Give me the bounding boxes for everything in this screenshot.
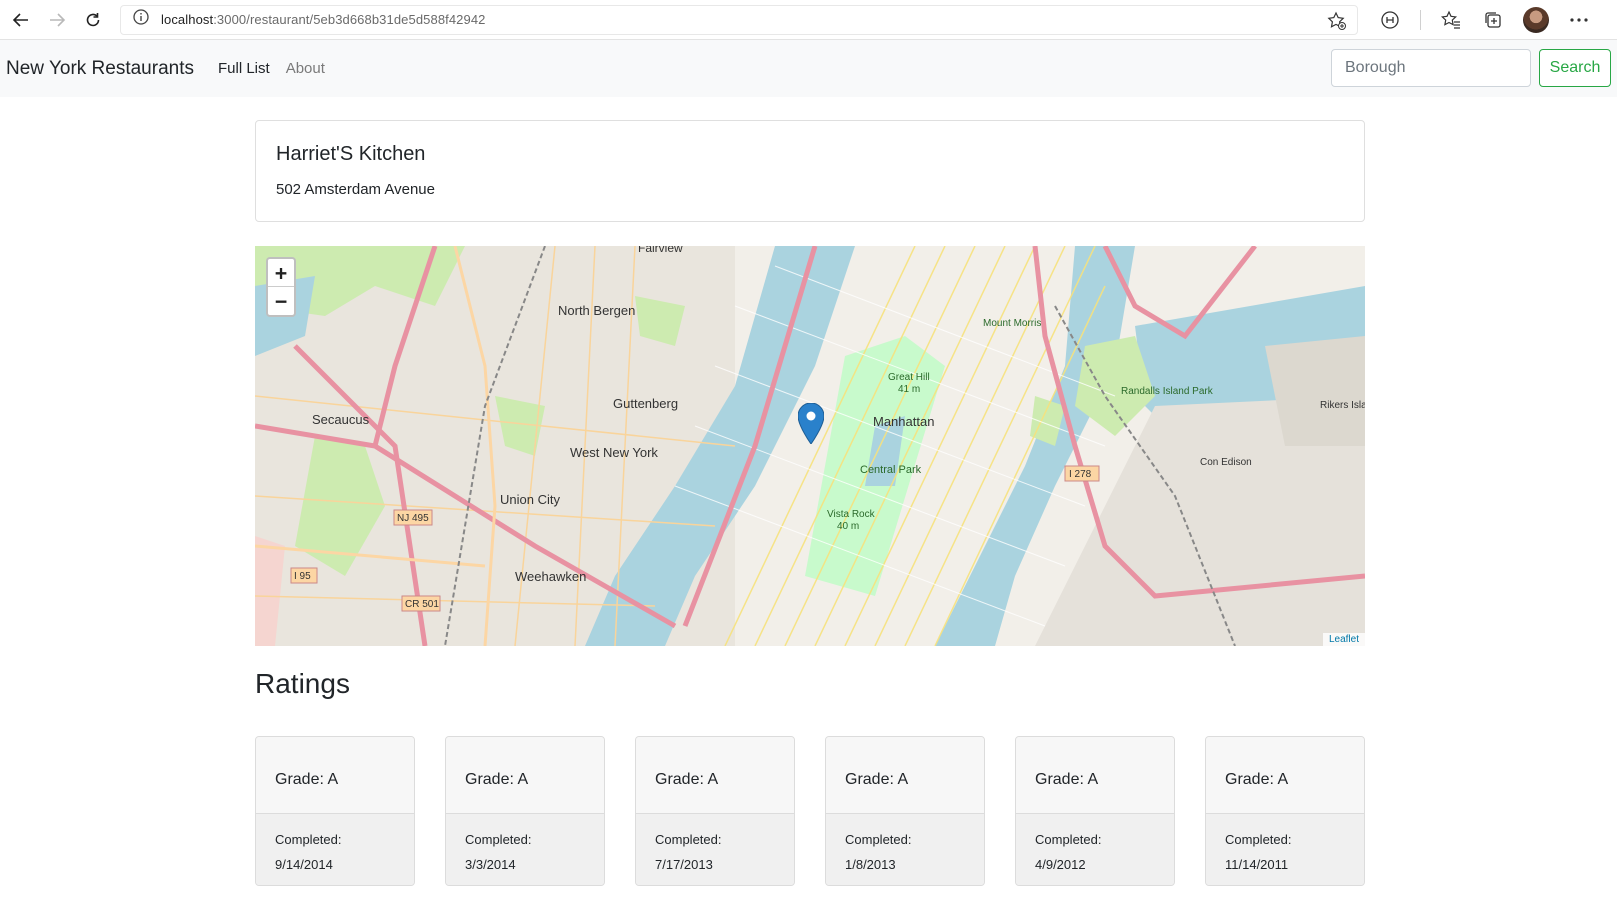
label-great-hill-elev: 41 m — [898, 384, 920, 395]
rating-card: Grade: A Completed: 9/14/2014 — [255, 736, 415, 886]
completed-date: 11/14/2011 — [1225, 857, 1289, 872]
completed-label: Completed: — [655, 832, 722, 847]
label-i95: I 95 — [294, 571, 311, 582]
rating-footer: Completed: 1/8/2013 — [826, 814, 984, 885]
completed-date: 1/8/2013 — [845, 857, 896, 872]
browser-toolbar: localhost:3000/restaurant/5eb3d668b31de5… — [0, 0, 1617, 40]
brand-link[interactable]: New York Restaurants — [6, 58, 194, 80]
collections-icon[interactable] — [1481, 8, 1505, 32]
completed-date: 9/14/2014 — [275, 857, 333, 872]
rating-grade: Grade: A — [1016, 737, 1174, 814]
label-cr501: CR 501 — [405, 599, 439, 610]
completed-date: 7/17/2013 — [655, 857, 713, 872]
restaurant-map[interactable]: Fairview North Bergen Guttenberg Secaucu… — [255, 246, 1365, 646]
url-text: localhost:3000/restaurant/5eb3d668b31de5… — [161, 12, 486, 27]
address-bar[interactable]: localhost:3000/restaurant/5eb3d668b31de5… — [120, 4, 1358, 35]
rating-card: Grade: A Completed: 11/14/2011 — [1205, 736, 1365, 886]
rating-grade: Grade: A — [256, 737, 414, 814]
site-info-icon[interactable] — [133, 9, 149, 30]
label-vista-rock-elev: 40 m — [837, 521, 859, 532]
add-favorite-icon[interactable] — [1327, 11, 1347, 31]
refresh-icon[interactable] — [78, 5, 108, 35]
rating-footer: Completed: 7/17/2013 — [636, 814, 794, 885]
label-rikers: Rikers Isla — [1320, 400, 1365, 411]
toolbar-divider — [1420, 9, 1421, 30]
label-manhattan: Manhattan — [873, 414, 934, 429]
borough-search-input[interactable]: Borough — [1331, 49, 1531, 87]
completed-date: 3/3/2014 — [465, 857, 516, 872]
label-north-bergen: North Bergen — [558, 303, 635, 318]
rating-footer: Completed: 4/9/2012 — [1016, 814, 1174, 885]
profile-avatar[interactable] — [1523, 6, 1549, 33]
more-options-icon[interactable] — [1567, 8, 1591, 32]
completed-label: Completed: — [845, 832, 912, 847]
nav-full-list[interactable]: Full List — [218, 60, 270, 77]
rating-card: Grade: A Completed: 7/17/2013 — [635, 736, 795, 886]
label-vista-rock: Vista Rock — [827, 509, 876, 520]
rating-footer: Completed: 3/3/2014 — [446, 814, 604, 885]
label-mount-morris: Mount Morris — [983, 318, 1041, 329]
zoom-out-button[interactable]: − — [268, 287, 294, 315]
completed-label: Completed: — [465, 832, 532, 847]
rating-footer: Completed: 9/14/2014 — [256, 814, 414, 885]
label-central-park: Central Park — [860, 464, 922, 476]
rating-card: Grade: A Completed: 4/9/2012 — [1015, 736, 1175, 886]
restaurant-name: Harriet'S Kitchen — [276, 143, 426, 165]
label-fairview: Fairview — [638, 246, 683, 255]
restaurant-card: Harriet'S Kitchen 502 Amsterdam Avenue — [255, 120, 1365, 222]
label-randalls-island: Randalls Island Park — [1121, 386, 1214, 397]
label-secaucus: Secaucus — [312, 412, 370, 427]
rating-card: Grade: A Completed: 1/8/2013 — [825, 736, 985, 886]
back-arrow-icon[interactable] — [6, 5, 36, 35]
label-weehawken: Weehawken — [515, 569, 586, 584]
restaurant-address: 502 Amsterdam Avenue — [276, 181, 435, 198]
completed-label: Completed: — [275, 832, 342, 847]
rating-card: Grade: A Completed: 3/3/2014 — [445, 736, 605, 886]
favorites-icon[interactable] — [1439, 8, 1463, 32]
rating-grade: Grade: A — [446, 737, 604, 814]
map-tiles: Fairview North Bergen Guttenberg Secaucu… — [255, 246, 1365, 646]
rating-grade: Grade: A — [826, 737, 984, 814]
nav-about[interactable]: About — [286, 60, 325, 77]
site-navbar: New York Restaurants Full List About Bor… — [0, 40, 1617, 97]
completed-date: 4/9/2012 — [1035, 857, 1086, 872]
rating-grade: Grade: A — [1206, 737, 1364, 814]
location-marker-icon[interactable] — [798, 403, 824, 444]
rating-footer: Completed: 11/14/2011 — [1206, 814, 1364, 885]
completed-label: Completed: — [1225, 832, 1292, 847]
label-great-hill: Great Hill — [888, 372, 930, 383]
forward-arrow-icon[interactable] — [42, 5, 72, 35]
label-union-city: Union City — [500, 492, 560, 507]
extension-icon[interactable] — [1378, 8, 1402, 32]
leaflet-attribution-link[interactable]: Leaflet — [1322, 633, 1365, 646]
search-placeholder: Borough — [1345, 59, 1406, 76]
search-button[interactable]: Search — [1539, 49, 1611, 87]
label-west-new-york: West New York — [570, 445, 658, 460]
ratings-heading: Ratings — [255, 668, 350, 699]
label-i278: I 278 — [1069, 469, 1092, 480]
completed-label: Completed: — [1035, 832, 1102, 847]
zoom-control: + − — [266, 257, 296, 317]
label-con-edison: Con Edison — [1200, 457, 1252, 468]
label-nj495: NJ 495 — [397, 513, 429, 524]
label-guttenberg: Guttenberg — [613, 396, 678, 411]
rating-grade: Grade: A — [636, 737, 794, 814]
zoom-in-button[interactable]: + — [268, 259, 294, 287]
